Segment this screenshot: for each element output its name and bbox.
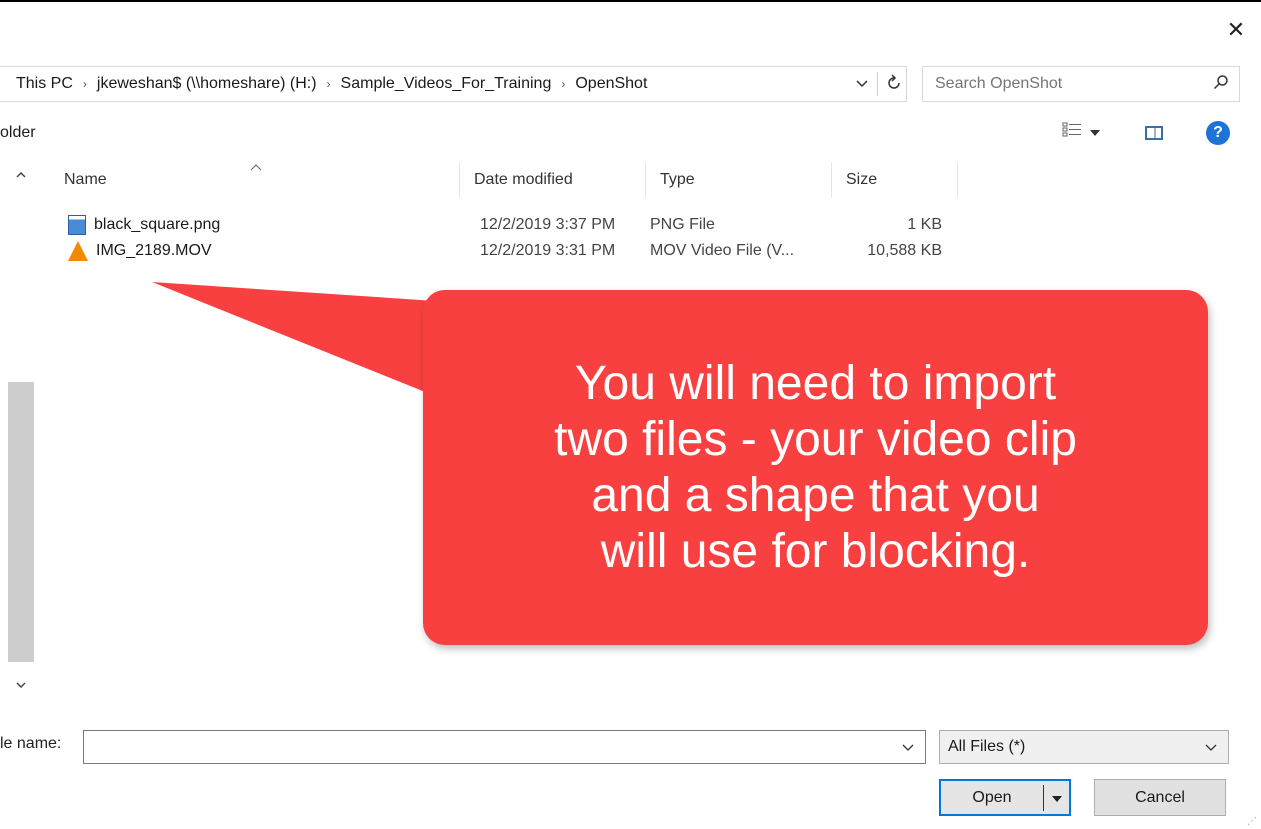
file-name: black_square.png: [94, 216, 221, 233]
caret-down-icon: [1090, 124, 1100, 139]
file-type: PNG File: [650, 216, 715, 233]
preview-pane-icon[interactable]: [1145, 126, 1163, 140]
chevron-down-icon[interactable]: [855, 76, 869, 92]
column-header-label: Size: [846, 171, 878, 188]
file-type-filter-value: All Files (*): [948, 738, 1026, 755]
sort-ascending-icon: [250, 148, 262, 184]
open-options-arrow-icon[interactable]: [1044, 791, 1069, 805]
column-header-size[interactable]: Size: [832, 162, 958, 198]
breadcrumb-item-openshot[interactable]: OpenShot: [569, 75, 653, 93]
toolbar: older ?: [0, 114, 1261, 154]
address-bar[interactable]: This PC › jkeweshan$ (\\homeshare) (H:) …: [0, 66, 907, 102]
file-row[interactable]: black_square.png 12/2/2019 3:37 PM PNG F…: [50, 212, 942, 238]
search-box[interactable]: [922, 66, 1240, 102]
column-header-label: Date modified: [474, 171, 573, 188]
open-button-label: Open: [972, 788, 1012, 806]
vertical-scrollbar[interactable]: [8, 162, 34, 696]
new-folder-button[interactable]: older: [0, 124, 36, 142]
view-options-button[interactable]: [1062, 122, 1100, 141]
breadcrumb-item-this-pc[interactable]: This PC: [0, 75, 79, 93]
close-button[interactable]: ✕: [1221, 16, 1251, 46]
column-header-type[interactable]: Type: [646, 162, 832, 198]
file-name: IMG_2189.MOV: [96, 242, 212, 259]
scroll-down-arrow[interactable]: [8, 672, 34, 696]
file-name-input[interactable]: [84, 731, 891, 763]
vlc-icon: [68, 241, 88, 261]
open-button[interactable]: Open: [939, 779, 1071, 816]
resize-grip-icon[interactable]: ⋰: [1247, 816, 1257, 827]
file-type: MOV Video File (V...: [650, 242, 795, 259]
breadcrumb-separator[interactable]: ›: [323, 77, 335, 91]
column-header-date-modified[interactable]: Date modified: [460, 162, 646, 198]
refresh-icon[interactable]: [886, 73, 902, 95]
callout-text: You will need to import two files - your…: [554, 356, 1077, 578]
column-header-label: Type: [660, 171, 695, 188]
help-icon[interactable]: ?: [1206, 121, 1230, 145]
file-date: 12/2/2019 3:37 PM: [480, 216, 616, 233]
search-input[interactable]: [923, 67, 1203, 101]
cancel-button[interactable]: Cancel: [1094, 779, 1226, 816]
file-size: 1 KB: [907, 216, 942, 233]
breadcrumb-separator[interactable]: ›: [79, 77, 91, 91]
breadcrumb-item-sample-videos[interactable]: Sample_Videos_For_Training: [335, 75, 558, 93]
file-list: black_square.png 12/2/2019 3:37 PM PNG F…: [50, 212, 942, 264]
column-header-label: Name: [64, 171, 107, 188]
file-name-combobox[interactable]: [83, 730, 926, 764]
file-size: 10,588 KB: [867, 242, 942, 259]
scroll-thumb[interactable]: [8, 382, 34, 662]
open-file-dialog: ✕ This PC › jkeweshan$ (\\homeshare) (H:…: [0, 0, 1261, 829]
divider: [877, 72, 878, 96]
file-date: 12/2/2019 3:31 PM: [480, 242, 616, 259]
file-row[interactable]: IMG_2189.MOV 12/2/2019 3:31 PM MOV Video…: [50, 238, 942, 264]
chevron-down-icon[interactable]: [891, 740, 925, 755]
file-name-label: le name:: [0, 735, 62, 752]
png-file-icon: [68, 215, 86, 235]
search-icon[interactable]: [1203, 74, 1239, 95]
instruction-callout: You will need to import two files - your…: [423, 290, 1208, 645]
file-type-filter[interactable]: All Files (*): [939, 730, 1229, 764]
breadcrumb-item-homeshare[interactable]: jkeweshan$ (\\homeshare) (H:): [91, 75, 323, 93]
details-view-icon: [1062, 122, 1082, 141]
column-header-name[interactable]: Name: [50, 162, 460, 198]
column-headers: Name Date modified Type Size: [50, 162, 958, 198]
scroll-up-arrow[interactable]: [8, 162, 34, 186]
chevron-down-icon[interactable]: [1194, 740, 1228, 755]
breadcrumb-separator[interactable]: ›: [557, 77, 569, 91]
